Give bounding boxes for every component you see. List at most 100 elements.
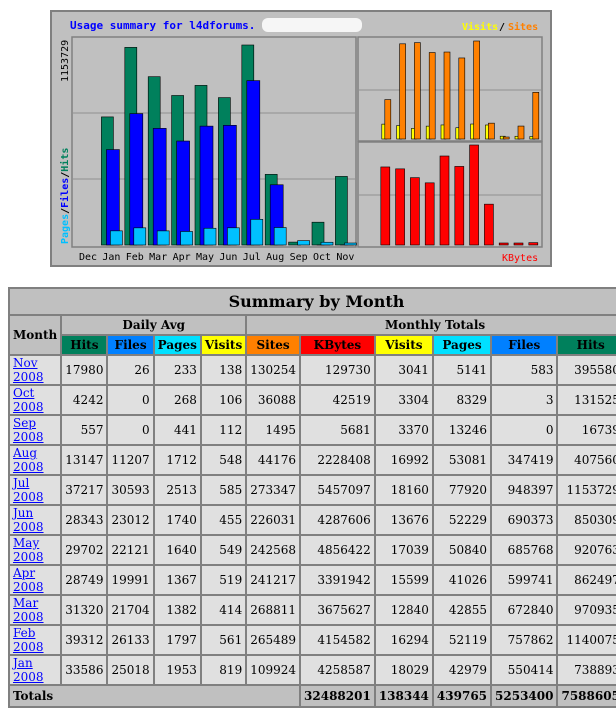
x-label-Feb: Feb <box>126 252 144 263</box>
bar-hits-Oct <box>312 222 324 245</box>
left-axis-pages: Pages <box>60 214 71 244</box>
month-link[interactable]: Apr 2008 <box>13 566 44 594</box>
col-header-sites-4: Sites <box>246 335 300 355</box>
table-cell: 407560 <box>557 445 616 475</box>
table-cell: 3675627 <box>300 595 375 625</box>
table-cell: 690373 <box>491 505 557 535</box>
table-cell: 970935 <box>557 595 616 625</box>
summary-title: Summary by Month <box>9 288 616 315</box>
table-cell: 685768 <box>491 535 557 565</box>
bar-pages-Oct <box>321 242 333 245</box>
table-cell: 50840 <box>433 535 491 565</box>
bar-kbytes-Mar <box>410 178 419 245</box>
bar-kbytes-Jul <box>470 145 479 245</box>
month-link[interactable]: Mar 2008 <box>13 596 44 624</box>
table-cell: 77920 <box>433 475 491 505</box>
month-link[interactable]: Jul 2008 <box>13 476 44 504</box>
legend-visits: Visits <box>462 21 498 33</box>
table-cell: 52229 <box>433 505 491 535</box>
table-cell: 585 <box>201 475 246 505</box>
month-link[interactable]: Feb 2008 <box>13 626 44 654</box>
table-cell: 12840 <box>375 595 433 625</box>
month-cell[interactable]: Feb 2008 <box>9 625 61 655</box>
bar-sites-Sep <box>503 137 509 139</box>
month-link[interactable]: Nov 2008 <box>13 356 44 384</box>
column-header-row: HitsFilesPagesVisitsSitesKBytesVisitsPag… <box>9 335 616 355</box>
summary-table: Summary by Month Month Daily Avg Monthly… <box>8 287 616 708</box>
month-link[interactable]: Jan 2008 <box>13 656 44 684</box>
x-label-Dec: Dec <box>79 252 97 263</box>
table-cell: 3 <box>491 385 557 415</box>
table-row: May 200829702221211640549242568485642217… <box>9 535 616 565</box>
table-cell: 850309 <box>557 505 616 535</box>
month-link[interactable]: Oct 2008 <box>13 386 44 414</box>
table-cell: 583 <box>491 355 557 385</box>
left-axis-legend: Pages/Files/Hits <box>59 148 71 244</box>
table-cell: 3370 <box>375 415 433 445</box>
table-cell: 138 <box>201 355 246 385</box>
totals-row: Totals3248820113834443976552534007588605 <box>9 685 616 707</box>
month-link[interactable]: May 2008 <box>13 536 44 564</box>
table-cell: 1640 <box>154 535 201 565</box>
month-cell[interactable]: Nov 2008 <box>9 355 61 385</box>
x-label-Jul: Jul <box>243 252 261 263</box>
table-cell: 395580 <box>557 355 616 385</box>
month-cell[interactable]: Apr 2008 <box>9 565 61 595</box>
table-cell: 109924 <box>246 655 300 685</box>
legend-slash: / <box>499 22 505 33</box>
col-header-visits-6: Visits <box>375 335 433 355</box>
table-cell: 1797 <box>154 625 201 655</box>
month-link[interactable]: Aug 2008 <box>13 446 44 474</box>
x-label-Mar: Mar <box>149 252 167 263</box>
table-row: Jun 200828343230121740455226031428760613… <box>9 505 616 535</box>
redacted-name-blob <box>262 18 362 32</box>
table-cell: 0 <box>107 415 153 445</box>
table-cell: 1367 <box>154 565 201 595</box>
table-cell: 36088 <box>246 385 300 415</box>
table-cell: 1740 <box>154 505 201 535</box>
month-cell[interactable]: Mar 2008 <box>9 595 61 625</box>
bar-kbytes-Oct <box>514 243 523 245</box>
table-cell: 550414 <box>491 655 557 685</box>
month-cell[interactable]: Aug 2008 <box>9 445 61 475</box>
month-link[interactable]: Jun 2008 <box>13 506 44 534</box>
x-label-Apr: Apr <box>173 252 191 263</box>
totals-cell: 7588605 <box>557 685 616 707</box>
table-cell: 347419 <box>491 445 557 475</box>
month-header: Month <box>9 315 61 355</box>
bar-sites-Oct <box>518 126 524 139</box>
table-cell: 5141 <box>433 355 491 385</box>
table-cell: 1495 <box>246 415 300 445</box>
graph-title: Usage summary for l4dforums. <box>70 19 255 32</box>
bar-pages-Feb <box>134 228 146 245</box>
bar-sites-Jun <box>459 58 465 139</box>
table-cell: 548 <box>201 445 246 475</box>
table-cell: 13246 <box>433 415 491 445</box>
table-cell: 18029 <box>375 655 433 685</box>
col-header-hits-0: Hits <box>61 335 107 355</box>
bar-sites-Jan <box>385 100 391 139</box>
month-cell[interactable]: Jun 2008 <box>9 505 61 535</box>
month-link[interactable]: Sep 2008 <box>13 416 44 444</box>
bar-files-May <box>200 126 213 245</box>
table-cell: 17980 <box>61 355 107 385</box>
col-header-files-1: Files <box>107 335 153 355</box>
col-header-kbytes-5: KBytes <box>300 335 375 355</box>
month-cell[interactable]: May 2008 <box>9 535 61 565</box>
table-cell: 1712 <box>154 445 201 475</box>
bar-pages-Sep <box>298 241 310 245</box>
month-cell[interactable]: Sep 2008 <box>9 415 61 445</box>
month-cell[interactable]: Oct 2008 <box>9 385 61 415</box>
table-cell: 42979 <box>433 655 491 685</box>
table-cell: 26 <box>107 355 153 385</box>
table-cell: 3304 <box>375 385 433 415</box>
bar-kbytes-Apr <box>425 183 434 245</box>
table-cell: 18160 <box>375 475 433 505</box>
usage-chart-svg: DecJanFebMarAprMayJunJulAugSepOctNov Usa… <box>52 12 550 265</box>
month-cell[interactable]: Jul 2008 <box>9 475 61 505</box>
month-cell[interactable]: Jan 2008 <box>9 655 61 685</box>
right-bottom-axis-max: 5457097 <box>548 144 550 186</box>
x-label-Aug: Aug <box>266 252 284 263</box>
col-header-pages-2: Pages <box>154 335 201 355</box>
bar-files-Apr <box>177 141 190 245</box>
